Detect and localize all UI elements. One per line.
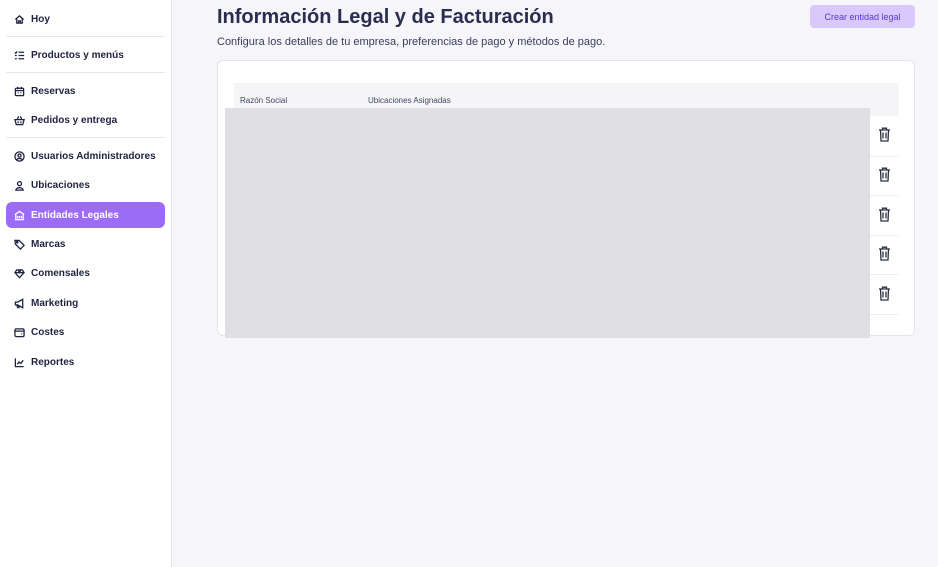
- sidebar-item-label: Marcas: [31, 239, 66, 251]
- sidebar-item-label: Ubicaciones: [31, 180, 90, 192]
- sidebar-item-hoy[interactable]: Hoy: [6, 6, 165, 32]
- sidebar-item-productos[interactable]: Productos y menús: [6, 42, 165, 68]
- sidebar-item-reservas[interactable]: Reservas: [6, 78, 165, 104]
- trash-icon[interactable]: [878, 127, 891, 142]
- trash-icon[interactable]: [878, 207, 891, 222]
- sidebar-item-label: Comensales: [31, 268, 90, 280]
- page-subtitle: Configura los detalles de tu empresa, pr…: [217, 36, 606, 48]
- building-icon: [14, 210, 25, 221]
- sidebar-item-label: Usuarios Administradores: [31, 150, 156, 162]
- sidebar: Hoy Productos y menús Reservas Pedidos y…: [0, 0, 172, 567]
- sidebar-divider: [6, 137, 165, 139]
- sidebar-item-label: Entidades Legales: [31, 209, 119, 221]
- sidebar-item-label: Costes: [31, 327, 65, 339]
- main-content: Información Legal y de Facturación Confi…: [173, 0, 938, 567]
- page-title: Información Legal y de Facturación: [217, 6, 554, 28]
- sidebar-item-comensales[interactable]: Comensales: [6, 261, 165, 287]
- wallet-icon: [14, 327, 25, 338]
- sidebar-item-label: Marketing: [31, 297, 79, 309]
- diamond-icon: [14, 268, 25, 280]
- sidebar-item-label: Hoy: [31, 13, 50, 25]
- create-legal-entity-button[interactable]: Crear entidad legal: [810, 5, 915, 28]
- list-check-icon: [14, 50, 25, 61]
- tag-icon: [14, 239, 25, 251]
- column-header-ubicaciones[interactable]: Ubicaciones Asignadas: [368, 96, 451, 105]
- sidebar-item-marcas[interactable]: Marcas: [6, 232, 165, 258]
- sidebar-item-costes[interactable]: Costes: [6, 320, 165, 346]
- column-header-razon-social[interactable]: Razón Social: [240, 96, 287, 105]
- sidebar-divider: [6, 36, 165, 37]
- trash-icon[interactable]: [878, 286, 891, 301]
- sidebar-item-label: Pedidos y entrega: [31, 114, 118, 126]
- user-location-icon: [14, 180, 25, 192]
- basket-icon: [14, 115, 25, 126]
- sidebar-item-label: Reportes: [31, 356, 75, 368]
- calendar-icon: [14, 86, 25, 97]
- trash-icon[interactable]: [878, 167, 891, 182]
- sidebar-item-ubicaciones[interactable]: Ubicaciones: [6, 173, 165, 199]
- sidebar-item-label: Reservas: [31, 85, 76, 97]
- chart-icon: [14, 357, 25, 368]
- trash-icon[interactable]: [878, 246, 891, 261]
- sidebar-item-pedidos[interactable]: Pedidos y entrega: [6, 107, 165, 133]
- sidebar-item-usuarios[interactable]: Usuarios Administradores: [6, 143, 165, 169]
- sidebar-divider: [6, 72, 165, 73]
- sidebar-item-marketing[interactable]: Marketing: [6, 290, 165, 316]
- sidebar-item-reportes[interactable]: Reportes: [6, 349, 165, 375]
- user-circle-icon: [14, 151, 25, 162]
- home-icon: [14, 14, 25, 25]
- megaphone-icon: [14, 298, 25, 309]
- sidebar-item-entidades-legales[interactable]: Entidades Legales: [6, 202, 165, 229]
- sidebar-item-label: Productos y menús: [31, 49, 124, 61]
- redacted-table-content: [225, 108, 870, 338]
